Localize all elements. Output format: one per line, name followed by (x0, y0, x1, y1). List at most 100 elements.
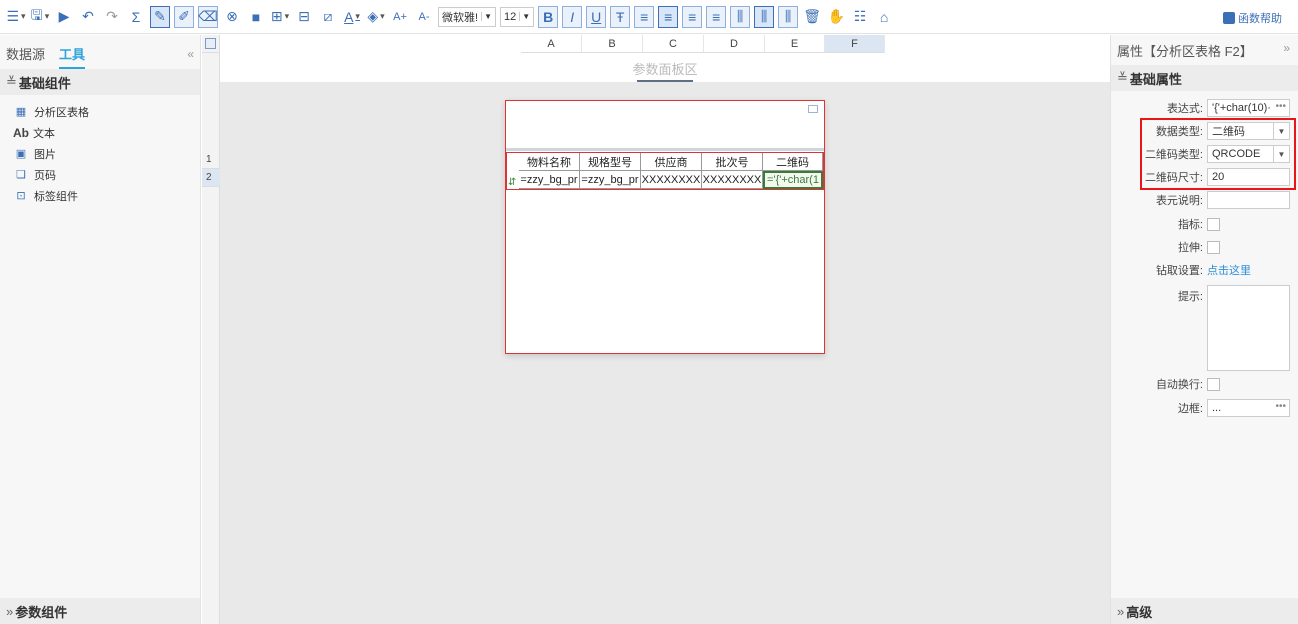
slash-icon[interactable]: ⧄ (318, 6, 338, 28)
analysis-table[interactable]: 物料名称 规格型号 供应商 批次号 二维码 ⇵ =zzy_bg_pr =zzy_… (506, 152, 824, 190)
redo-icon[interactable]: ↷ (102, 6, 122, 28)
align-right-icon[interactable]: ≡ (682, 5, 703, 28)
report-sheet[interactable]: 物料名称 规格型号 供应商 批次号 二维码 ⇵ =zzy_bg_pr =zzy_… (505, 100, 825, 354)
table-header-cell[interactable]: 批次号 (702, 153, 763, 171)
table-data-cell[interactable]: XXXXXXXX (641, 171, 702, 189)
prop-stretch: 拉伸: (1111, 238, 1298, 256)
column-header-d[interactable]: D (704, 35, 765, 53)
border-input[interactable]: ... ••• (1207, 399, 1290, 417)
table-data-cell[interactable]: =zzy_bg_pr (519, 171, 580, 189)
bold-icon[interactable]: B (538, 5, 559, 28)
preview-icon[interactable]: ▶ (54, 6, 74, 28)
trash-icon[interactable]: 🗑 (802, 6, 822, 28)
sheet-corner-icon (808, 105, 818, 113)
prop-expression: 表达式: '{'+char(10)· ••• (1111, 99, 1298, 117)
description-input[interactable] (1207, 191, 1290, 209)
component-text[interactable]: Ab 文本 (0, 122, 200, 143)
column-header-a[interactable]: A (521, 35, 582, 53)
expression-input[interactable]: '{'+char(10)· ••• (1207, 99, 1290, 117)
valign-middle-icon[interactable]: ⫼ (754, 5, 775, 28)
chevron-down-icon: ≚ (6, 74, 17, 89)
prop-auto-wrap: 自动换行: (1111, 375, 1298, 393)
tab-datasource[interactable]: 数据源 (6, 44, 45, 69)
more-icon[interactable]: ••• (1275, 101, 1286, 112)
table-data-cell[interactable]: XXXXXXXX (702, 171, 763, 189)
selected-cell-f2[interactable]: ='{'+char(1 (763, 171, 823, 189)
param-components-header[interactable]: » 参数组件 (0, 598, 200, 624)
auto-wrap-checkbox[interactable] (1207, 377, 1220, 391)
column-header-f[interactable]: F (825, 35, 885, 53)
align-left-icon[interactable]: ≡ (634, 5, 655, 28)
column-header-b[interactable]: B (582, 35, 643, 53)
list-icon[interactable]: ☷ (850, 6, 870, 28)
font-decrease-icon[interactable]: A- (414, 6, 434, 28)
justify-icon[interactable]: ≡ (706, 5, 727, 28)
valign-bottom-icon[interactable]: ⫼ (778, 5, 799, 28)
fill-icon[interactable]: ■ (246, 6, 266, 28)
column-header-e[interactable]: E (765, 35, 825, 53)
tab-tools[interactable]: 工具 (59, 44, 86, 69)
row-header-2[interactable]: 2 (202, 169, 220, 187)
grid-corner[interactable] (202, 35, 220, 53)
sum-icon[interactable]: Σ (126, 6, 146, 28)
prop-description: 表元说明: (1111, 191, 1298, 209)
table-header-cell[interactable]: 规格型号 (580, 153, 641, 171)
table-header-cell[interactable]: 物料名称 (519, 153, 580, 171)
merge-icon[interactable]: ⊞ (270, 6, 290, 28)
align-center-icon[interactable]: ≡ (658, 5, 679, 28)
hand-icon[interactable]: ✋ (826, 6, 846, 28)
drill-settings-link[interactable]: 点击这里 (1207, 262, 1251, 278)
insert-icon[interactable]: ⊟ (294, 6, 314, 28)
font-increase-icon[interactable]: A+ (390, 6, 410, 28)
component-analysis-table[interactable]: ▦ 分析区表格 (0, 101, 200, 122)
toolbar: ☰ 🖫 ▶ ↶ ↷ Σ ✎ ✐ ⌫ ⊗ ■ ⊞ ⊟ ⧄ A ◈ A+ A- 微软… (0, 0, 1298, 34)
indicator-checkbox[interactable] (1207, 217, 1220, 231)
expand-marker-icon: ⇵ (508, 177, 517, 188)
row-headers: 1 2 (202, 53, 220, 624)
bg-color-icon[interactable]: ◈ (366, 6, 386, 28)
underline-icon[interactable]: U (586, 5, 607, 28)
collapse-left-icon[interactable]: « (187, 47, 194, 61)
clear-icon[interactable]: ⌫ (198, 5, 218, 28)
image-icon: ▣ (15, 148, 27, 160)
left-panel: 数据源 工具 « ≚ 基础组件 ▦ 分析区表格 Ab 文本 ▣ 图片 ❏ 页码 … (0, 35, 201, 624)
highlight-annotation-box (1140, 118, 1296, 190)
hint-textarea[interactable] (1207, 285, 1290, 371)
undo-icon[interactable]: ↶ (78, 6, 98, 28)
chevron-down-icon: ≚ (1117, 70, 1128, 85)
section-band (506, 148, 824, 151)
italic-icon[interactable]: I (562, 5, 583, 28)
font-family-select[interactable]: 微软雅! ▼ (438, 6, 496, 27)
menu-icon[interactable]: ☰ (6, 6, 26, 28)
expand-right-icon[interactable]: » (1283, 41, 1290, 55)
font-color-icon[interactable]: A (342, 6, 362, 28)
basic-properties-header[interactable]: ≚ 基础属性 (1111, 65, 1298, 91)
component-image[interactable]: ▣ 图片 (0, 143, 200, 164)
valign-top-icon[interactable]: ⫼ (730, 5, 751, 28)
param-panel-area[interactable]: 参数面板区 (220, 54, 1110, 84)
table-header-cell[interactable]: 二维码 (763, 153, 823, 171)
column-header-c[interactable]: C (643, 35, 704, 53)
more-icon[interactable]: ••• (1275, 401, 1286, 412)
delete-icon[interactable]: ⊗ (222, 6, 242, 28)
font-size-select[interactable]: 12 ▼ (499, 6, 535, 27)
prop-indicator: 指标: (1111, 215, 1298, 233)
page-number-icon: ❏ (16, 169, 26, 181)
stretch-checkbox[interactable] (1207, 240, 1220, 254)
chevron-right-icon: » (1117, 603, 1125, 619)
basic-components-header[interactable]: ≚ 基础组件 (0, 69, 200, 95)
prop-hint: 提示: (1111, 285, 1298, 371)
strikethrough-icon[interactable]: Ŧ (610, 5, 631, 28)
table-icon: ▦ (15, 106, 27, 118)
format-brush-icon[interactable]: ✎ (150, 5, 170, 28)
table-header-cell[interactable]: 供应商 (641, 153, 702, 171)
table-data-cell[interactable]: =zzy_bg_pr (580, 171, 641, 189)
component-page-number[interactable]: ❏ 页码 (0, 164, 200, 185)
save-icon[interactable]: 🖫 (30, 6, 50, 28)
edit-icon[interactable]: ✐ (174, 5, 194, 28)
advanced-header[interactable]: » 高级 (1111, 598, 1298, 624)
lock-icon[interactable]: ⌂ (874, 6, 894, 28)
row-header-1[interactable]: 1 (202, 151, 220, 169)
component-label[interactable]: ⊡ 标签组件 (0, 185, 200, 206)
function-help-link[interactable]: 函数帮助 (1223, 10, 1282, 26)
